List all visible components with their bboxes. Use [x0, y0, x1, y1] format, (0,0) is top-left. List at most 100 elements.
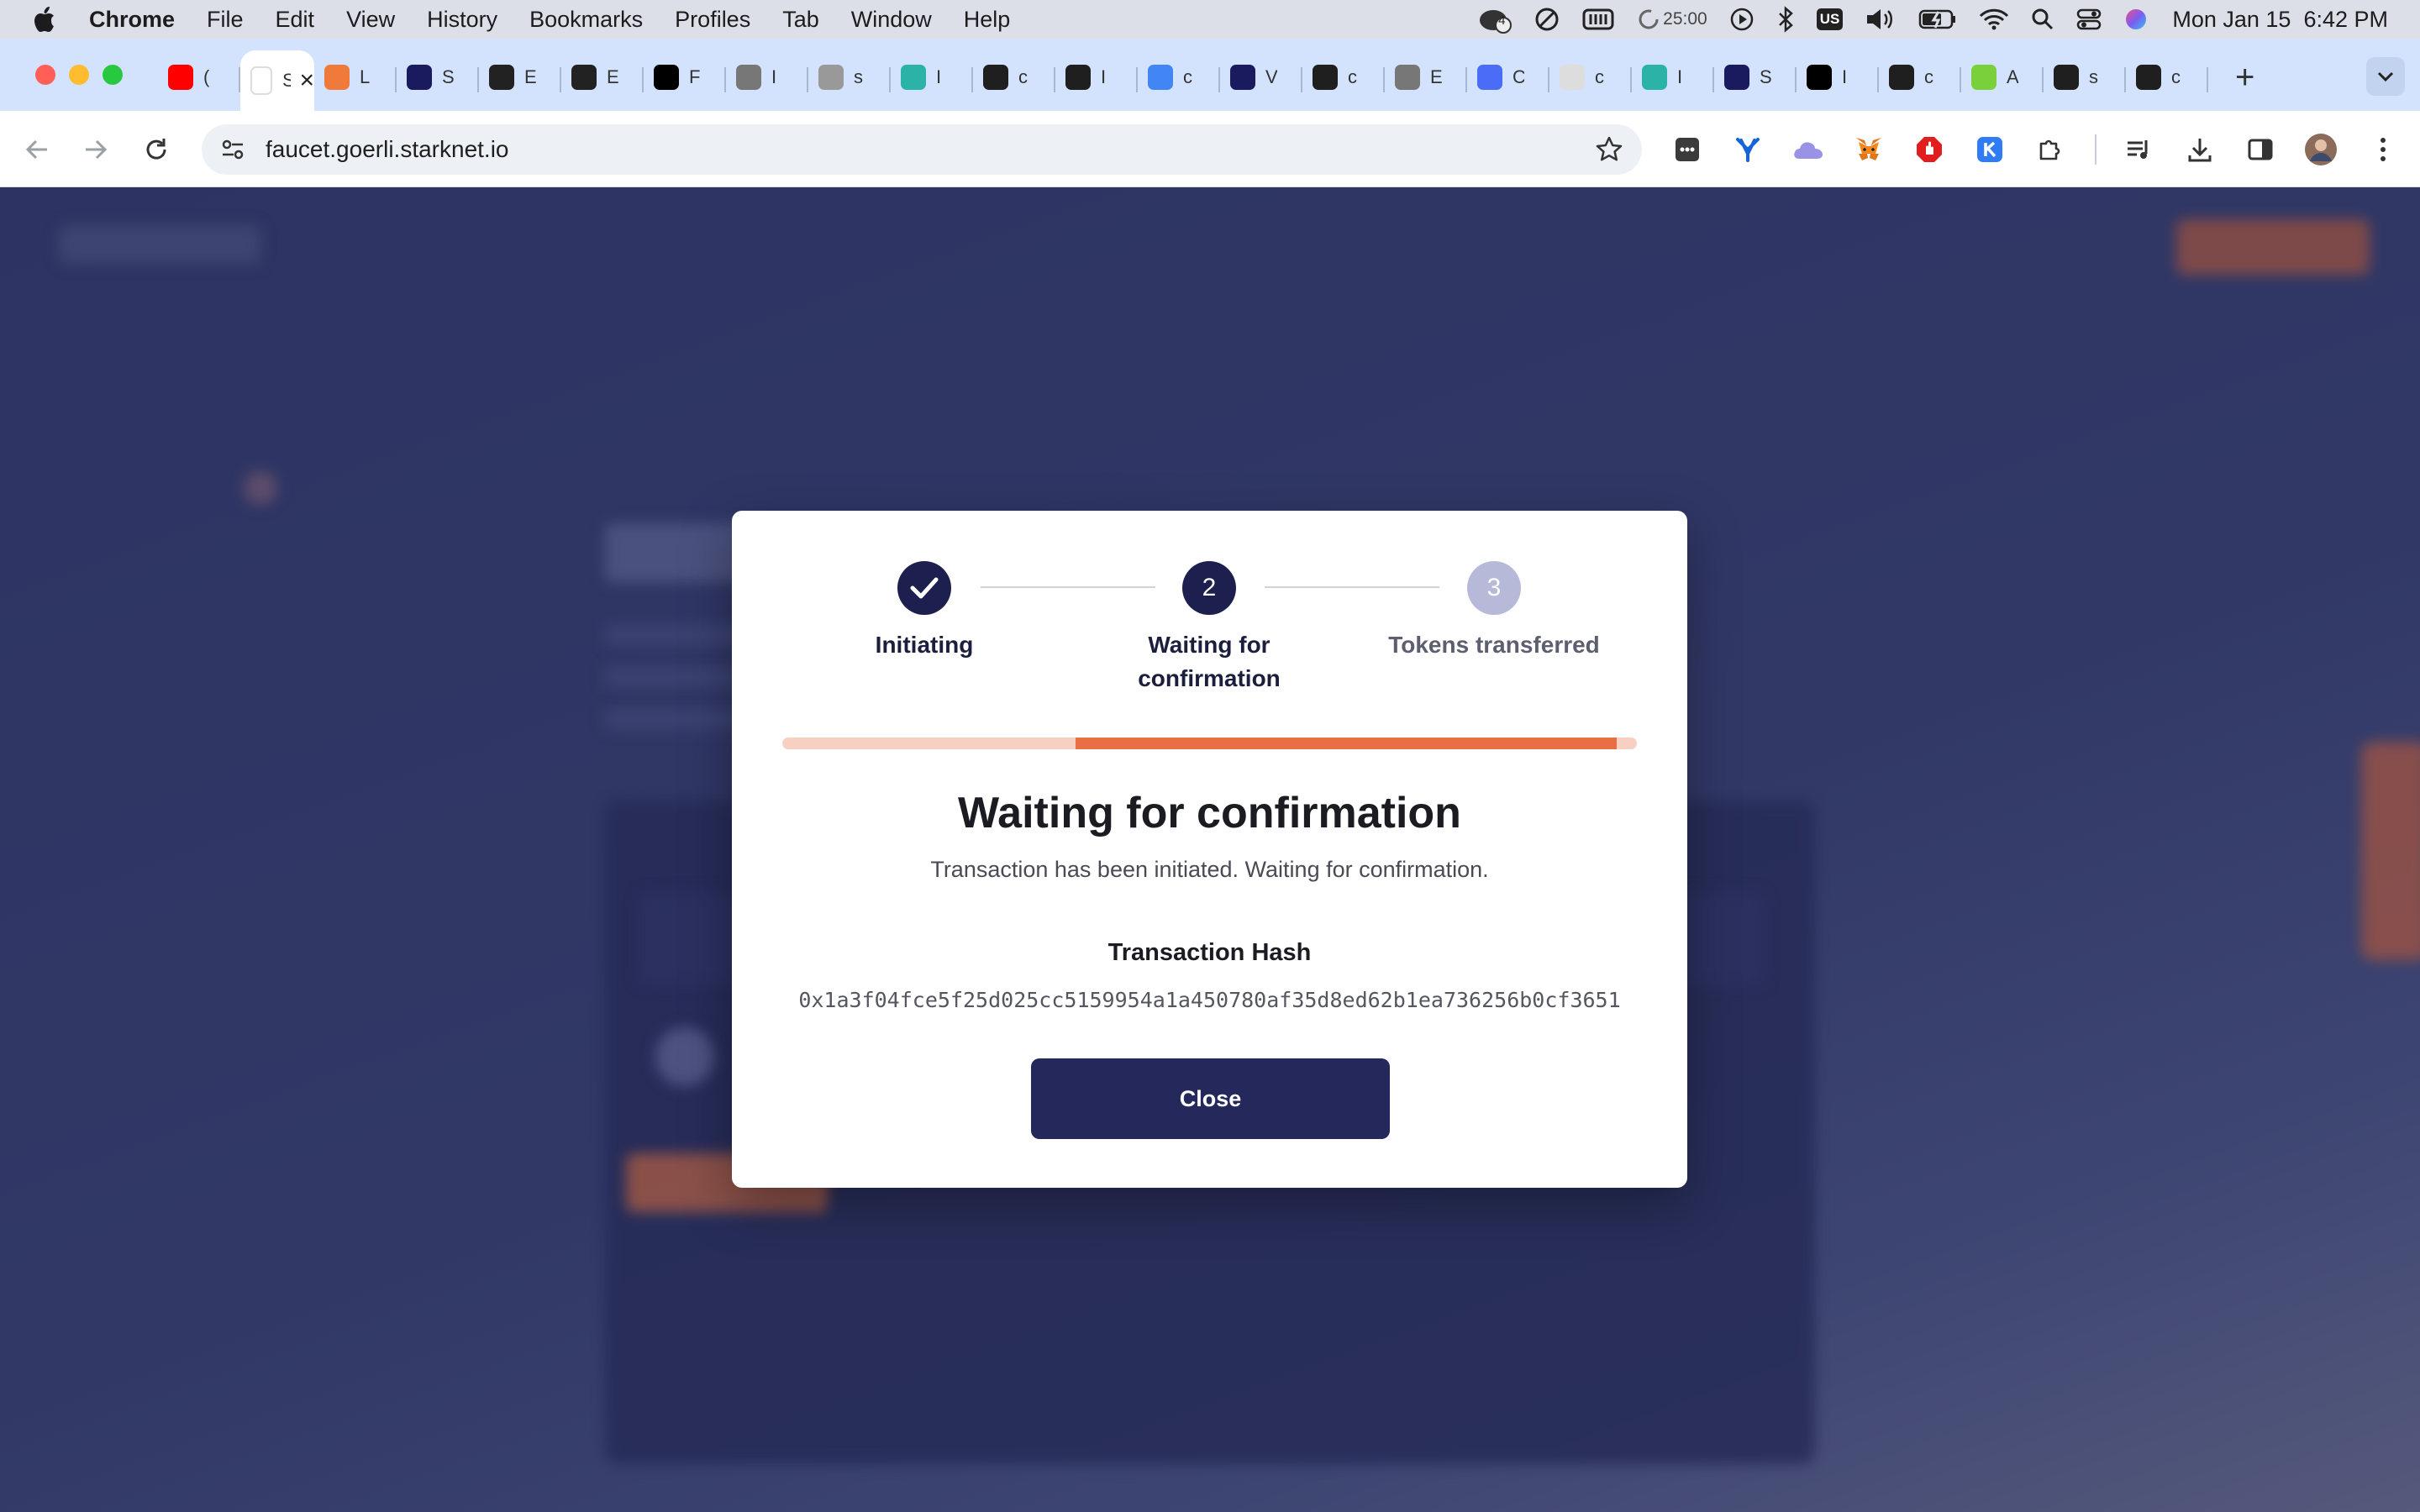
extensions-puzzle-icon[interactable] — [2033, 133, 2067, 166]
browser-tab[interactable]: c — [2126, 50, 2208, 104]
apple-icon[interactable] — [32, 5, 57, 34]
new-tab-button[interactable]: + — [2235, 59, 2254, 97]
bookmark-star-icon[interactable] — [1595, 135, 1623, 168]
more-vert-icon — [2381, 138, 2386, 161]
battery-icon[interactable] — [1918, 8, 1957, 30]
timer-widget[interactable]: 25:00 — [1638, 8, 1707, 30]
browser-tab[interactable]: S — [397, 50, 479, 104]
browser-tab[interactable]: I — [891, 50, 973, 104]
cloud-badge-count: 4 — [1498, 13, 1506, 28]
volume-icon[interactable] — [1865, 7, 1897, 32]
play-icon[interactable] — [1729, 7, 1754, 32]
browser-tab[interactable]: I — [726, 50, 808, 104]
tab-title: S — [442, 66, 454, 87]
browser-tab-strip: (S × L S E E F Is Ic Ic Vc E Cc I S Ic As c + — [0, 39, 2420, 111]
browser-tab[interactable]: ( — [158, 50, 240, 104]
spotlight-search-icon[interactable] — [2031, 8, 2054, 31]
site-settings-icon[interactable] — [218, 135, 247, 164]
tab-title: c — [1018, 66, 1028, 87]
browser-tab[interactable]: L — [314, 50, 397, 104]
keyboard-input-icon[interactable]: US — [1816, 8, 1844, 30]
blurred-decoration — [244, 471, 277, 505]
menubar-clock[interactable]: Mon Jan 15 6:42 PM — [2172, 7, 2388, 33]
media-control-icon[interactable] — [2123, 133, 2156, 166]
arrow-left-icon — [25, 139, 47, 160]
tab-title: c — [1595, 66, 1604, 87]
browser-tab[interactable]: E — [561, 50, 644, 104]
browser-tab[interactable]: c — [1138, 50, 1220, 104]
browser-tab[interactable]: C — [1467, 50, 1549, 104]
browser-tab[interactable]: c — [973, 50, 1055, 104]
menu-bookmarks[interactable]: Bookmarks — [529, 7, 643, 33]
window-zoom-button[interactable] — [103, 65, 123, 85]
window-close-button[interactable] — [35, 65, 55, 85]
close-tab-icon[interactable]: × — [299, 66, 314, 95]
wifi-icon[interactable] — [1979, 8, 2009, 31]
moralis-icon — [901, 65, 926, 90]
control-center-icon[interactable] — [2076, 8, 2102, 31]
address-bar[interactable]: faucet.goerli.starknet.io — [202, 124, 1642, 175]
browser-tab[interactable]: S × — [240, 50, 314, 111]
browser-tab[interactable]: S — [1714, 50, 1797, 104]
ad-blocker-extension-icon[interactable] — [1912, 133, 1946, 166]
chrome-menu-button[interactable] — [2366, 133, 2400, 166]
address-bar-url[interactable]: faucet.goerli.starknet.io — [266, 136, 509, 163]
blurred-logo — [59, 225, 260, 264]
reload-button[interactable] — [139, 133, 173, 166]
metamask-extension-icon[interactable] — [1852, 133, 1886, 166]
close-button[interactable]: Close — [1031, 1058, 1390, 1139]
blurred-captcha-checkbox — [655, 1027, 714, 1086]
browser-tab[interactable]: c — [1302, 50, 1385, 104]
tab-title: E — [607, 66, 618, 87]
menu-profiles[interactable]: Profiles — [675, 7, 750, 33]
browser-tab[interactable]: F — [644, 50, 726, 104]
toolbar-separator — [2095, 134, 2096, 165]
bluetooth-icon[interactable] — [1776, 6, 1795, 33]
browser-tab[interactable]: s — [808, 50, 891, 104]
starknet-icon — [250, 66, 273, 95]
forward-button[interactable] — [79, 133, 113, 166]
tab-title: c — [1348, 66, 1357, 87]
reload-icon — [146, 139, 166, 160]
profile-avatar[interactable] — [2304, 133, 2338, 166]
siri-icon[interactable] — [2123, 7, 2149, 32]
starknet-icon — [1724, 65, 1749, 90]
browser-tab[interactable]: E — [479, 50, 561, 104]
browser-tab[interactable]: c — [1549, 50, 1632, 104]
menu-window[interactable]: Window — [851, 7, 932, 33]
browser-tab[interactable]: I — [1797, 50, 1879, 104]
browser-tab[interactable]: I — [1632, 50, 1714, 104]
browser-tab[interactable]: A — [1961, 50, 2044, 104]
browser-tab[interactable]: c — [1879, 50, 1961, 104]
step-1-label: Initiating — [875, 632, 974, 658]
cloud-extension-icon[interactable] — [1791, 133, 1825, 166]
github-icon — [2136, 65, 2161, 90]
do-not-disturb-icon[interactable] — [1534, 6, 1560, 33]
menu-view[interactable]: View — [346, 7, 395, 33]
browser-tab[interactable]: E — [1385, 50, 1467, 104]
cloud-badge-icon[interactable]: 4 — [1478, 5, 1512, 34]
downloads-icon[interactable] — [2183, 133, 2217, 166]
side-panel-icon[interactable] — [2244, 133, 2277, 166]
tab-search-button[interactable] — [2366, 57, 2405, 96]
chevron-down-icon — [2377, 71, 2394, 82]
menu-app-name[interactable]: Chrome — [89, 7, 175, 33]
step-2-label: Waiting for confirmation — [1138, 632, 1281, 691]
browser-tab[interactable]: V — [1220, 50, 1302, 104]
menu-tab[interactable]: Tab — [782, 7, 819, 33]
battery-menu-icon[interactable] — [1582, 8, 1616, 31]
browser-tab[interactable]: I — [1055, 50, 1138, 104]
menu-file[interactable]: File — [207, 7, 244, 33]
app-icon — [1971, 65, 1996, 90]
window-minimize-button[interactable] — [69, 65, 89, 85]
browser-tab[interactable]: s — [2044, 50, 2126, 104]
password-manager-extension-icon[interactable] — [1670, 133, 1704, 166]
menu-help[interactable]: Help — [964, 7, 1011, 33]
menu-history[interactable]: History — [427, 7, 497, 33]
transaction-hash-value[interactable]: 0x1a3f04fce5f25d025cc5159954a1a450780af3… — [732, 988, 1687, 1012]
modal-title: Waiting for confirmation — [958, 789, 1461, 837]
menu-edit[interactable]: Edit — [276, 7, 315, 33]
k-extension-icon[interactable] — [1973, 133, 2007, 166]
back-button[interactable] — [20, 133, 54, 166]
yearn-extension-icon[interactable] — [1731, 133, 1765, 166]
